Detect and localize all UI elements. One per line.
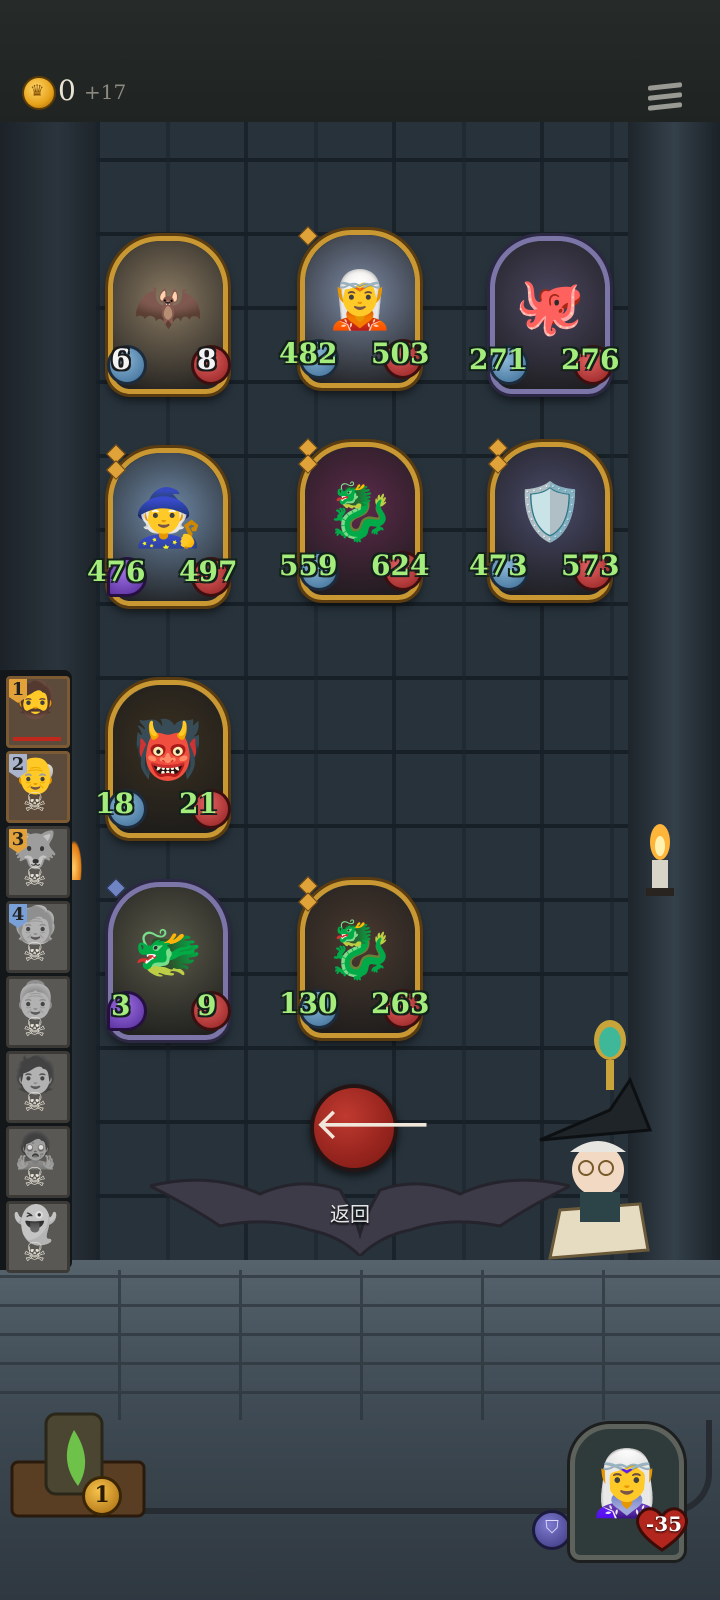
queue-slot[interactable]: 🧔 1 [6, 676, 70, 748]
card-attack: 473 [469, 549, 528, 582]
card-health: 263 [371, 987, 430, 1020]
queue-slot[interactable]: 🧓 4 ☠ [6, 901, 70, 973]
witch-character [539, 1020, 653, 1260]
card-health: 573 [561, 549, 620, 582]
top-bar: 0 +17 [0, 0, 720, 125]
card-portrait: 🧙 [133, 486, 203, 551]
card-portrait: 🦇 [133, 274, 203, 339]
queue-slot[interactable]: 👴 2 ☠ [6, 751, 70, 823]
turn-queue: 🧔 1 👴 2 ☠ 🐺 3 ☠ 🧓 4 ☠ 👵 ☠ 🧑 ☠ 🧟 ☠ 👻 ☠ [0, 670, 72, 1273]
card-portrait: 👹 [133, 718, 203, 783]
card-moth-beast[interactable]: 🦇 6 8 [107, 236, 231, 394]
card-attack: 271 [469, 343, 528, 376]
queue-slot[interactable]: 🧟 ☠ [6, 1126, 70, 1198]
queue-slot[interactable]: 👵 ☠ [6, 976, 70, 1048]
card-health: 8 [197, 343, 217, 376]
skull-icon: ☠ [23, 1013, 47, 1043]
arrow-left-icon: 🡐 [314, 1099, 432, 1150]
card-attack: 3 [111, 989, 131, 1022]
floor-tiles [0, 1270, 720, 1420]
deck-pile[interactable] [8, 1410, 148, 1520]
skull-icon: ☠ [23, 1163, 47, 1193]
gold-gain: +17 [84, 80, 127, 104]
card-health: 503 [371, 337, 430, 370]
queue-slot[interactable]: 🧑 ☠ [6, 1051, 70, 1123]
queue-slot[interactable]: 🐺 3 ☠ [6, 826, 70, 898]
card-attack: 130 [279, 987, 338, 1020]
hero-hp: -35 [645, 1512, 683, 1536]
skull-icon: ☠ [23, 1088, 47, 1118]
card-bone-dragon[interactable]: 🐲 3 9 [106, 878, 231, 1040]
card-attack: 6 [111, 343, 131, 376]
card-portrait: 🐉 [325, 480, 395, 545]
deck-count: 1 [82, 1476, 122, 1516]
card-red-dragon[interactable]: 🐉 559 624 [279, 438, 429, 600]
card-health: 624 [371, 549, 430, 582]
card-health: 9 [197, 989, 217, 1022]
back-button-label: 返回 [330, 1202, 370, 1226]
card-attack: 18 [95, 787, 134, 820]
card-attack: 476 [87, 555, 146, 588]
card-health: 497 [179, 555, 238, 588]
card-goblin-jester[interactable]: 🧝 482 503 [279, 226, 429, 388]
card-portrait: 🐙 [515, 274, 585, 339]
shield-icon[interactable]: ⛉ [532, 1510, 572, 1550]
gold-coin-icon [22, 76, 56, 110]
card-golden-imp[interactable]: 👹 18 21 [95, 680, 231, 838]
card-armored-knight[interactable]: 🛡️ 473 573 [469, 438, 619, 600]
card-attack: 559 [279, 549, 338, 582]
card-portrait: 🧝 [325, 268, 395, 333]
queue-slot[interactable]: 👻 ☠ [6, 1201, 70, 1273]
card-health: 276 [561, 343, 620, 376]
health-bar [13, 737, 61, 741]
card-portrait: 🐉 [325, 918, 395, 983]
card-health: 21 [179, 787, 218, 820]
skull-icon: ☠ [23, 938, 47, 968]
card-portrait: 🐲 [133, 920, 203, 985]
back-button[interactable]: 🡐 [310, 1084, 432, 1172]
card-portrait: 🛡️ [515, 480, 585, 545]
skull-icon: ☠ [23, 788, 47, 818]
card-attack: 482 [279, 337, 338, 370]
skull-icon: ☠ [23, 1238, 47, 1268]
card-young-wizard[interactable]: 🧙 476 497 [87, 444, 237, 606]
gold-amount: 0 [58, 74, 76, 107]
menu-icon[interactable] [648, 82, 682, 118]
card-hooded-tentacle[interactable]: 🐙 271 276 [469, 236, 619, 394]
skull-icon: ☠ [23, 863, 47, 893]
torch-icon [646, 824, 674, 896]
card-red-dragon-2[interactable]: 🐉 130 263 [279, 876, 429, 1038]
